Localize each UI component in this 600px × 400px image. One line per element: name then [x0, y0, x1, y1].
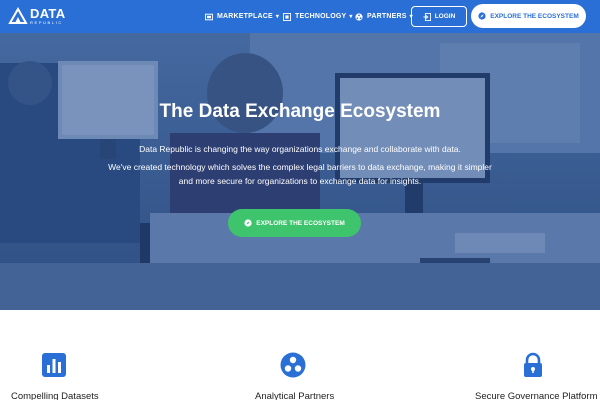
nav-item-label: MARKETPLACE [217, 13, 273, 20]
bar-chart-icon [42, 353, 66, 377]
hero-section: The Data Exchange Ecosystem Data Republi… [0, 33, 600, 310]
login-button-label: LOGIN [434, 13, 456, 20]
hero-intro-text: Data Republic is changing the way organi… [139, 144, 461, 154]
login-icon [423, 12, 431, 21]
feature-label: Secure Governance Platform [475, 391, 598, 400]
compass-icon [478, 12, 486, 20]
nav-item-label: PARTNERS [367, 13, 407, 20]
explore-ecosystem-hero-label: EXPLORE THE ECOSYSTEM [256, 219, 345, 227]
nav-item-label: TECHNOLOGY [295, 13, 347, 20]
network-icon [280, 352, 306, 378]
storefront-icon [205, 13, 213, 20]
nav-item-marketplace[interactable]: MARKETPLACE ▾ [205, 0, 279, 33]
explore-ecosystem-nav-button[interactable]: EXPLORE THE ECOSYSTEM [471, 4, 586, 28]
chevron-down-icon: ▾ [275, 14, 280, 20]
nav-item-technology[interactable]: TECHNOLOGY ▾ [283, 0, 353, 33]
brand-logo[interactable]: DATA REPUBLIC [8, 7, 65, 25]
feature-label: Analytical Partners [255, 391, 335, 400]
nav-item-partners[interactable]: PARTNERS ▾ [355, 0, 413, 33]
logo-subtitle: REPUBLIC [30, 20, 63, 25]
hero-title: The Data Exchange Ecosystem [159, 101, 441, 122]
top-navigation-bar: DATA REPUBLIC MARKETPLACE ▾ TECHNOLOGY ▾ [0, 0, 600, 33]
lock-icon [524, 352, 542, 377]
chip-icon [283, 12, 291, 21]
compass-icon [244, 219, 252, 227]
page: DATA REPUBLIC MARKETPLACE ▾ TECHNOLOGY ▾ [0, 0, 600, 400]
feature-label: Compelling Datasets [11, 391, 99, 400]
login-button[interactable]: LOGIN [411, 6, 467, 27]
explore-ecosystem-nav-label: EXPLORE THE ECOSYSTEM [490, 12, 579, 20]
hero-description-text: We've created technology which solves th… [108, 162, 492, 186]
logo-mark-icon [8, 7, 28, 24]
explore-ecosystem-hero-button[interactable]: EXPLORE THE ECOSYSTEM [228, 209, 361, 237]
chevron-down-icon: ▾ [349, 14, 353, 20]
logo-word: DATA [30, 6, 66, 21]
partners-icon [355, 12, 363, 21]
